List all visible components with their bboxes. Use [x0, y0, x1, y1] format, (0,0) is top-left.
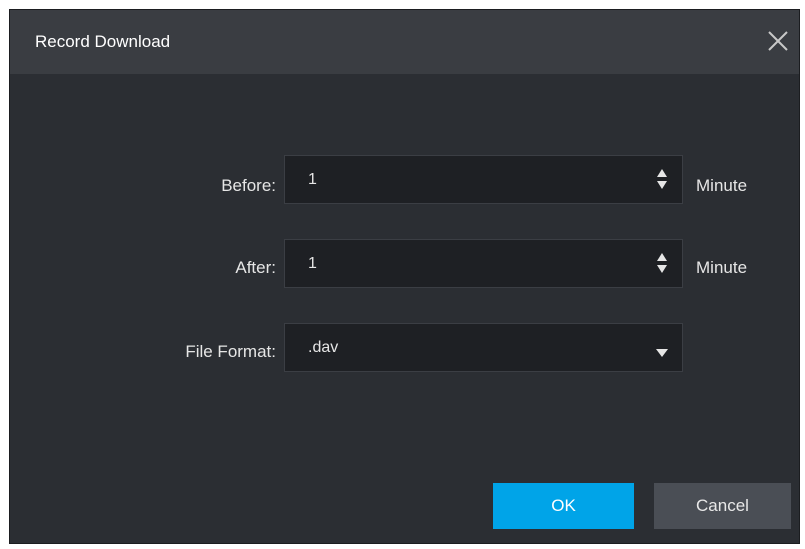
ok-button[interactable]: OK — [493, 483, 634, 529]
after-unit: Minute — [696, 258, 748, 277]
dialog-title: Record Download — [35, 32, 171, 51]
before-stepper[interactable]: 1 — [284, 155, 683, 204]
file-format-select[interactable]: .dav — [284, 323, 683, 372]
before-unit: Minute — [696, 176, 748, 195]
cancel-button[interactable]: Cancel — [654, 483, 791, 529]
after-label: After: — [235, 258, 276, 277]
after-stepper[interactable]: 1 — [284, 239, 683, 288]
file-format-value[interactable]: .dav — [308, 339, 338, 357]
spinner-icon[interactable] — [656, 252, 668, 274]
record-download-dialog: Record Download Before: 1 Minute After: … — [9, 9, 800, 544]
spinner-icon[interactable] — [656, 168, 668, 190]
close-icon[interactable] — [765, 28, 791, 54]
before-label: Before: — [221, 176, 276, 195]
before-value[interactable]: 1 — [308, 171, 317, 189]
dialog-titlebar: Record Download — [10, 10, 799, 74]
after-value[interactable]: 1 — [308, 255, 317, 273]
chevron-down-icon[interactable] — [656, 344, 668, 357]
file-format-label: File Format: — [185, 342, 276, 361]
